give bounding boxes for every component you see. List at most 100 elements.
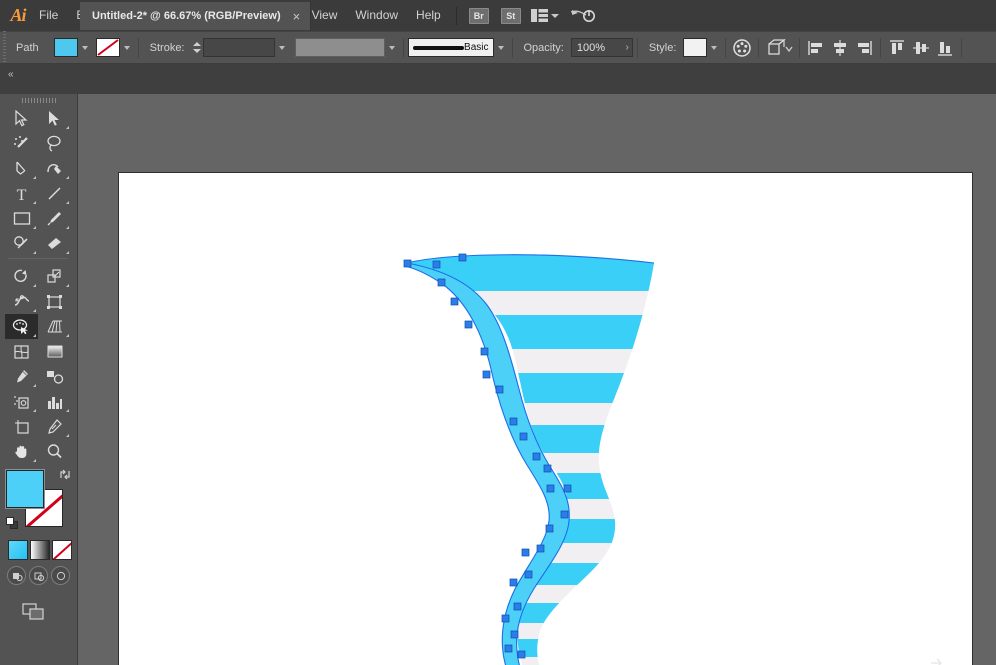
draw-normal-button[interactable] [7,566,26,585]
draw-inside-button[interactable] [51,566,70,585]
stroke-weight-input[interactable] [202,38,275,57]
tools-panel-grip[interactable] [0,94,78,106]
symbol-sprayer-tool[interactable] [5,389,38,414]
type-tool[interactable]: T [5,181,38,206]
pen-tool[interactable] [5,156,38,181]
graphic-style-swatch[interactable] [683,38,708,57]
svg-text:T: T [17,187,27,202]
recolor-artwork-button[interactable] [730,37,754,59]
recolor-artwork-icon [733,38,752,57]
style-label: Style: [648,41,677,54]
column-graph-tool[interactable] [38,389,71,414]
curvature-tool[interactable] [38,156,71,181]
free-transform-tool[interactable] [38,289,71,314]
eraser-tool[interactable] [38,231,71,256]
fill-color-indicator[interactable] [6,470,44,508]
document-tab-bar [0,64,996,94]
blend-tool[interactable] [38,364,71,389]
stroke-weight-dropdown-arrow[interactable] [275,38,289,57]
double-chevron-left-icon: « [8,69,13,80]
shaper-tool[interactable] [5,231,38,256]
panel-collapse-button[interactable]: « [0,64,78,94]
align-vertical-center-icon [913,41,930,54]
tool-flyout-corner [33,309,36,312]
align-right-button[interactable] [852,37,876,59]
artboard-tool[interactable] [5,414,38,439]
align-vertical-center-button[interactable] [909,37,933,59]
control-bar-grip[interactable] [0,31,9,64]
stock-button[interactable]: St [500,7,521,24]
lasso-tool[interactable] [38,131,71,156]
variable-width-profile[interactable]: Basic [407,38,494,57]
tool-flyout-corner [66,126,69,129]
draw-behind-button[interactable] [29,566,48,585]
transform-button[interactable] [763,37,795,59]
gradient-mode-button[interactable] [30,540,50,560]
brush-definition-dropdown-arrow[interactable] [385,38,399,57]
align-left-button[interactable] [804,37,828,59]
rotate-tool[interactable] [5,264,38,289]
width-tool[interactable] [5,289,38,314]
profile-dropdown-arrow[interactable] [494,38,508,57]
close-icon[interactable]: × [293,10,301,23]
gradient-tool[interactable] [38,339,71,364]
opacity-input[interactable]: 100% › [570,38,633,57]
workspace-switcher-icon [570,9,595,22]
bridge-button[interactable]: Br [468,7,489,24]
menu-window[interactable]: Window [346,0,407,31]
selection-tool[interactable] [5,106,38,131]
eyedropper-tool[interactable] [5,364,38,389]
stroke-dropdown-arrow[interactable] [120,38,134,57]
fill-dropdown-arrow[interactable] [78,38,92,57]
artboard-mark [931,658,943,665]
none-mode-button[interactable] [52,540,72,560]
slice-tool[interactable] [38,414,71,439]
swap-fill-stroke-icon[interactable] [58,468,72,482]
mesh-tool[interactable] [5,339,38,364]
shape-builder-tool[interactable] [5,314,38,339]
hand-tool[interactable] [5,439,38,464]
arrange-documents-button[interactable] [530,9,559,22]
tools-group-2 [5,264,71,464]
control-divider-3 [511,37,513,58]
fill-stroke-controls [6,468,72,532]
perspective-grid-tool[interactable] [38,314,71,339]
align-left-icon [808,40,823,55]
align-top-button[interactable] [885,37,909,59]
opacity-flyout-icon[interactable]: › [626,42,629,53]
change-screen-mode-icon [22,603,44,620]
zoom-tool[interactable] [38,439,71,464]
menu-file[interactable]: File [30,0,67,31]
chevron-down-icon [550,13,559,18]
default-fill-stroke-icon[interactable] [6,517,19,530]
stroke-color-swatch[interactable] [95,38,120,57]
color-mode-button[interactable] [8,540,28,560]
align-horizontal-center-icon [834,39,847,56]
direct-selection-tool[interactable] [38,106,71,131]
control-divider [137,37,139,58]
line-segment-tool[interactable] [38,181,71,206]
align-bottom-icon [938,41,953,56]
fill-color-swatch[interactable] [53,38,78,57]
canvas-area[interactable] [78,94,996,665]
profile-preview-icon [412,45,465,50]
document-tab[interactable]: Untitled-2* @ 66.67% (RGB/Preview) × [80,2,312,30]
artwork-tornado-illustration[interactable] [119,173,972,665]
scale-tool[interactable] [38,264,71,289]
brush-definition-input[interactable] [294,38,385,57]
artboard[interactable] [118,172,973,665]
rectangle-tool[interactable] [5,206,38,231]
menu-help[interactable]: Help [407,0,450,31]
draw-inside-icon [56,571,65,580]
tools-panel: T [0,94,78,665]
style-dropdown-arrow[interactable] [707,38,721,57]
stroke-weight-stepper[interactable] [192,38,203,57]
align-right-icon [858,40,873,55]
workspace-switcher-button[interactable] [569,6,597,26]
magic-wand-tool[interactable] [5,131,38,156]
paintbrush-tool[interactable] [38,206,71,231]
align-horizontal-center-button[interactable] [828,37,852,59]
change-screen-mode-button[interactable] [22,603,46,621]
align-bottom-button[interactable] [933,37,957,59]
control-divider-5 [725,37,727,58]
